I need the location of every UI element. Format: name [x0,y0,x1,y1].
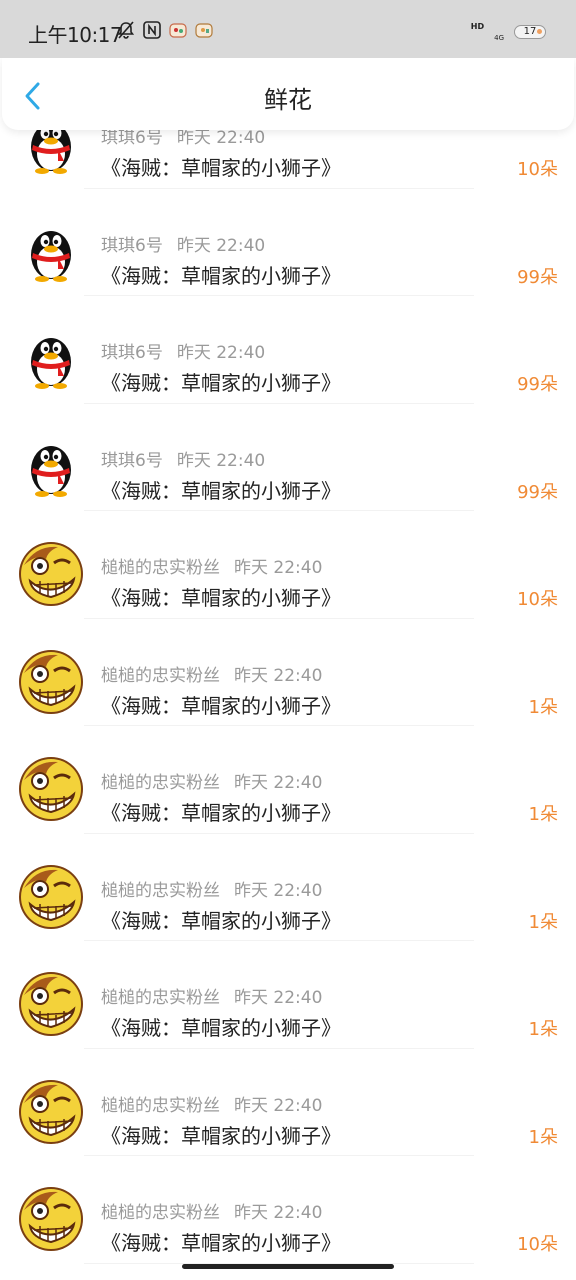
work-title: 《海贼：草帽家的小狮子》 [101,478,341,503]
avatar[interactable] [18,326,84,392]
sent-time: 昨天 22:40 [176,128,266,148]
signal-label: 4G [494,34,504,42]
work-title: 《海贼：草帽家的小狮子》 [101,1016,341,1040]
sender-name[interactable]: 琪琪6号 [101,128,163,148]
sender-name[interactable]: 槌槌的忠实粉丝 [101,1096,220,1116]
status-bar: 上午10:17 HD 4G 17 [0,0,576,58]
work-title: 《海贼：草帽家的小狮子》 [101,586,341,610]
work-title: 《海贼：草帽家的小狮子》 [101,1123,341,1148]
sent-time: 昨天 22:40 [234,880,323,901]
item-meta: 槌槌的忠实粉丝 昨天 22:40 [101,553,322,578]
sender-name[interactable]: 槌槌的忠实粉丝 [101,773,220,793]
flower-amount: 99朵 [517,374,558,395]
sender-name[interactable]: 琪琪6号 [101,451,163,471]
list-item[interactable]: 槌槌的忠实粉丝 昨天 22:40 《海贼：草帽家的小狮子》 1朵 [0,832,576,941]
work-title: 《海贼：草帽家的小狮子》 [101,371,341,395]
work-title: 《海贼：草帽家的小狮子》 [101,908,341,933]
list-item[interactable]: 槌槌的忠实粉丝 昨天 22:40 《海贼：草帽家的小狮子》 10朵 [0,509,576,619]
sender-name[interactable]: 槌槌的忠实粉丝 [101,558,220,578]
sent-time: 昨天 22:40 [176,450,266,471]
work-title: 《海贼：草帽家的小狮子》 [101,156,341,180]
app-badge-icon [168,21,188,43]
flower-amount: 10朵 [517,1234,558,1255]
battery-icon: 17 [514,25,546,39]
hd-label: HD [470,21,485,31]
item-meta: 槌槌的忠实粉丝 昨天 22:40 [101,876,322,901]
sender-name[interactable]: 槌槌的忠实粉丝 [101,988,220,1008]
item-meta: 槌槌的忠实粉丝 昨天 22:40 [101,1198,322,1223]
flower-amount: 1朵 [528,804,558,825]
sent-time: 昨天 22:40 [176,343,266,363]
status-notification-icons [116,20,214,44]
avatar[interactable] [18,1079,84,1145]
flower-amount: 1朵 [528,1019,558,1040]
avatar[interactable] [18,756,84,822]
avatar[interactable] [18,864,84,930]
sent-time: 昨天 22:40 [234,1203,323,1223]
item-meta: 琪琪6号 昨天 22:40 [101,231,265,256]
bell-off-icon [116,20,136,44]
app-badge-icon [194,21,214,43]
item-meta: 槌槌的忠实粉丝 昨天 22:40 [101,1091,322,1116]
avatar[interactable] [18,434,84,500]
flower-amount: 99朵 [517,266,558,288]
nfc-icon [142,20,162,44]
flower-amount: 1朵 [528,911,558,933]
list-item[interactable]: 槌槌的忠实粉丝 昨天 22:40 《海贼：草帽家的小狮子》 1朵 [0,1047,576,1156]
sent-time: 昨天 22:40 [234,665,323,686]
battery-level: 17 [523,26,537,37]
item-meta: 槌槌的忠实粉丝 昨天 22:40 [101,768,322,793]
work-title: 《海贼：草帽家的小狮子》 [101,801,341,825]
list-item[interactable]: 槌槌的忠实粉丝 昨天 22:40 《海贼：草帽家的小狮子》 1朵 [0,724,576,834]
sent-time: 昨天 22:40 [234,773,323,793]
list-item[interactable]: 琪琪6号 昨天 22:40 《海贼：草帽家的小狮子》 99朵 [0,294,576,404]
sender-name[interactable]: 槌槌的忠实粉丝 [101,881,220,901]
flower-amount: 99朵 [517,481,558,503]
avatar[interactable] [18,1186,84,1252]
list-item[interactable]: 槌槌的忠实粉丝 昨天 22:40 《海贼：草帽家的小狮子》 10朵 [0,1154,576,1264]
sent-time: 昨天 22:40 [234,988,323,1008]
work-title: 《海贼：草帽家的小狮子》 [101,693,341,718]
item-meta: 槌槌的忠实粉丝 昨天 22:40 [101,983,322,1008]
list-item[interactable]: 槌槌的忠实粉丝 昨天 22:40 《海贼：草帽家的小狮子》 1朵 [0,617,576,726]
flower-list: 琪琪6号 昨天 22:40 《海贼：草帽家的小狮子》 10朵 琪琪6号 昨天 22:40… [0,79,576,1264]
work-title: 《海贼：草帽家的小狮子》 [101,263,341,288]
avatar[interactable] [18,541,84,607]
item-meta: 琪琪6号 昨天 22:40 [101,446,265,471]
work-title: 《海贼：草帽家的小狮子》 [101,1231,341,1255]
flower-amount: 1朵 [528,696,558,718]
home-indicator[interactable] [182,1264,394,1269]
avatar[interactable] [18,219,84,285]
sent-time: 昨天 22:40 [234,558,323,578]
list-item[interactable]: 琪琪6号 昨天 22:40 《海贼：草帽家的小狮子》 99朵 [0,187,576,296]
sent-time: 昨天 22:40 [176,235,266,256]
flower-amount: 10朵 [517,159,558,180]
status-system-icons: HD 4G 17 [471,20,546,44]
sent-time: 昨天 22:40 [234,1095,323,1116]
item-meta: 琪琪6号 昨天 22:40 [101,338,265,363]
page-header: 鲜花 [2,58,574,130]
status-time: 上午10:17 [28,23,123,47]
sender-name[interactable]: 琪琪6号 [101,343,163,363]
flower-amount: 1朵 [528,1126,558,1148]
sender-name[interactable]: 槌槌的忠实粉丝 [101,1203,220,1223]
page-title: 鲜花 [264,86,312,114]
flower-amount: 10朵 [517,589,558,610]
item-meta: 槌槌的忠实粉丝 昨天 22:40 [101,661,322,686]
sender-name[interactable]: 槌槌的忠实粉丝 [101,666,220,686]
list-item[interactable]: 槌槌的忠实粉丝 昨天 22:40 《海贼：草帽家的小狮子》 1朵 [0,939,576,1049]
list-item[interactable]: 琪琪6号 昨天 22:40 《海贼：草帽家的小狮子》 99朵 [0,402,576,511]
avatar[interactable] [18,649,84,715]
sender-name[interactable]: 琪琪6号 [101,236,163,256]
avatar[interactable] [18,971,84,1037]
